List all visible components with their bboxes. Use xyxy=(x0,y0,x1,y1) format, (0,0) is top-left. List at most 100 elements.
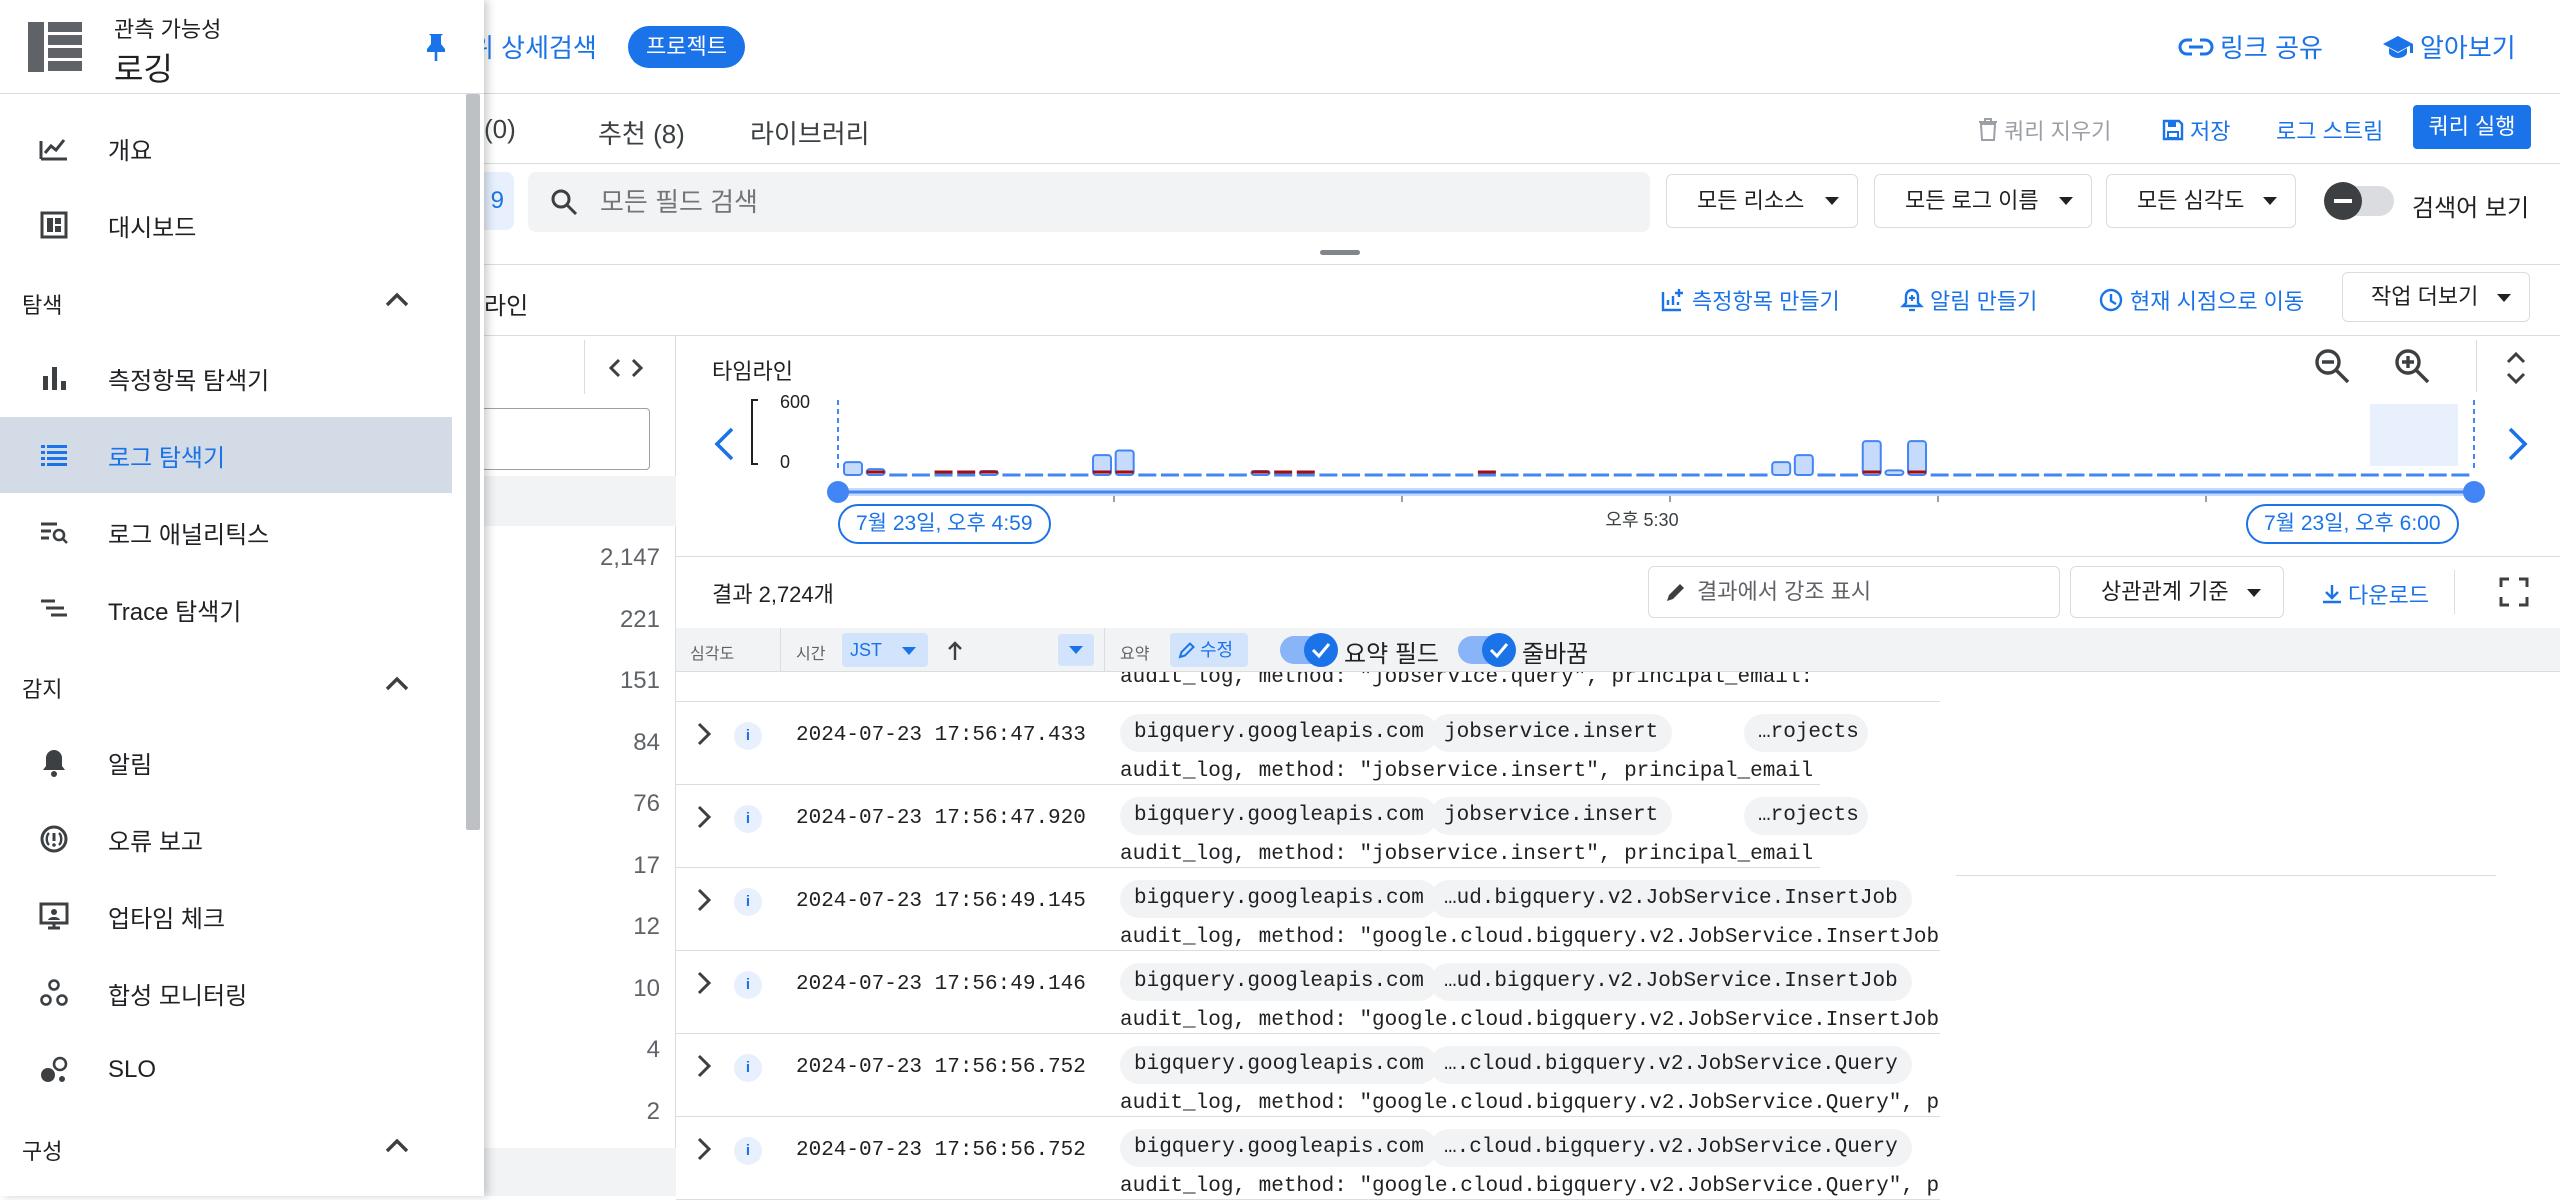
chevron-up-icon[interactable] xyxy=(384,1136,410,1154)
wrap-toggle[interactable] xyxy=(1458,633,1516,667)
field-value-count: 12 xyxy=(633,913,660,940)
table-row[interactable]: i 2024-07-23 17:56:49.146 bigquery.googlea… xyxy=(676,951,1940,1034)
highlight-input[interactable]: 결과에서 강조 표시 xyxy=(1648,566,2060,618)
nav-item[interactable]: 업타임 체크 xyxy=(0,878,452,954)
log-chip[interactable]: bigquery.googleapis.com xyxy=(1120,714,1438,752)
chevron-right-icon[interactable] xyxy=(694,886,714,914)
search-box xyxy=(528,172,1650,232)
log-chip[interactable]: bigquery.googleapis.com xyxy=(1120,1129,1438,1167)
log-names-dropdown[interactable]: 모든 로그 이름 xyxy=(1874,174,2092,228)
log-chip[interactable]: bigquery.googleapis.com xyxy=(1120,963,1438,1001)
pin-icon[interactable] xyxy=(424,32,448,62)
chevron-right-icon[interactable] xyxy=(694,803,714,831)
range-end-label[interactable]: 7월 23일, 오후 6:00 xyxy=(2246,504,2459,544)
scope-link[interactable]: 위 상세검색 xyxy=(470,28,597,65)
summary-fields-toggle[interactable] xyxy=(1280,633,1338,667)
edit-summary-button[interactable]: 수정 xyxy=(1170,633,1248,667)
code-icon[interactable] xyxy=(608,356,644,380)
chevron-right-icon[interactable] xyxy=(2504,426,2530,462)
search-input[interactable] xyxy=(600,172,1630,232)
timezone-selector[interactable]: JST xyxy=(842,633,928,667)
table-row[interactable]: i 2024-07-23 17:56:47.920 bigquery.googlea… xyxy=(676,785,1868,868)
nav-item[interactable]: Trace 탐색기 xyxy=(0,571,452,647)
learn-button[interactable]: 알아보기 xyxy=(2382,28,2516,65)
log-chip[interactable]: jobservice.insert xyxy=(1430,797,1673,835)
nav-item[interactable]: 측정항목 탐색기 xyxy=(0,340,452,416)
log-chip[interactable]: …rojects xyxy=(1744,797,1868,835)
panel-title: 라인 xyxy=(484,293,529,320)
nav-item[interactable]: 알림 xyxy=(0,724,452,800)
nav-item[interactable]: 오류 보고 xyxy=(0,801,452,877)
save-button[interactable]: 저장 xyxy=(2162,114,2230,146)
nav-item[interactable]: 개요 xyxy=(0,110,452,186)
clear-query-button[interactable]: 쿼리 지우기 xyxy=(1978,114,2111,146)
log-chip[interactable]: ….cloud.bigquery.v2.JobService.Query xyxy=(1430,1046,1912,1084)
run-query-button[interactable]: 쿼리 실행 xyxy=(2413,105,2531,149)
create-metric-button[interactable]: 측정항목 만들기 xyxy=(1660,284,1840,316)
log-chip[interactable]: bigquery.googleapis.com xyxy=(1120,797,1438,835)
log-stream-button[interactable]: 로그 스트림 xyxy=(2276,114,2383,146)
log-chip[interactable]: …rojects xyxy=(1744,714,1868,752)
resources-dropdown[interactable]: 모든 리소스 xyxy=(1666,174,1858,228)
field-value-count: 84 xyxy=(633,728,660,756)
nav-item[interactable]: 로그 탐색기 xyxy=(0,417,452,493)
time-options-dropdown[interactable] xyxy=(1058,634,1094,666)
project-badge[interactable]: 프로젝트 xyxy=(628,26,745,68)
table-row[interactable]: i 2024-07-23 17:56:56.752 bigquery.googlea… xyxy=(676,1034,1940,1117)
jump-to-now-button[interactable]: 현재 시점으로 이동 xyxy=(2098,284,2304,316)
field-value-count: 221 xyxy=(619,605,660,633)
results-count: 결과 2,724개 xyxy=(712,582,834,607)
log-summary: audit_log, method: "google.cloud.bigquer… xyxy=(1120,1092,1940,1115)
log-chip[interactable]: ….cloud.bigquery.v2.JobService.Query xyxy=(1430,1129,1912,1167)
log-chip[interactable]: bigquery.googleapis.com xyxy=(1120,1046,1438,1084)
download-button[interactable]: 다운로드 xyxy=(2320,578,2429,610)
severity-dropdown[interactable]: 모든 심각도 xyxy=(2106,174,2296,228)
nav-item[interactable]: 로그 애널리틱스 xyxy=(0,494,452,570)
expand-collapse-icon[interactable] xyxy=(2500,350,2532,386)
sort-dropdown[interactable]: 상관관계 기준 xyxy=(2070,566,2284,618)
zoom-out-icon[interactable] xyxy=(2312,346,2352,386)
chevron-right-icon[interactable] xyxy=(694,1135,714,1163)
table-row[interactable]: audit_log, method: "jobservice.query", p… xyxy=(676,672,1940,702)
log-summary: audit_log, method: "google.cloud.bigquer… xyxy=(1120,926,1940,949)
chevron-left-icon[interactable] xyxy=(712,426,738,462)
tab-recommended[interactable]: 추천 (8) xyxy=(598,114,685,151)
chevron-right-icon[interactable] xyxy=(694,720,714,748)
search-icon xyxy=(551,189,578,216)
log-summary: audit_log, method: "google.cloud.bigquer… xyxy=(1120,1009,1940,1032)
chevron-right-icon[interactable] xyxy=(694,969,714,997)
share-link-button[interactable]: 링크 공유 xyxy=(2178,28,2323,65)
table-row[interactable]: i 2024-07-23 17:56:56.752 bigquery.googlea… xyxy=(676,1117,1940,1200)
tab-recent[interactable]: (0) xyxy=(484,114,516,145)
log-chip[interactable]: …ud.bigquery.v2.JobService.InsertJob xyxy=(1430,963,1912,1001)
nav-item[interactable]: SLO xyxy=(0,1032,452,1108)
field-filter-input[interactable] xyxy=(470,408,650,470)
log-chip[interactable]: jobservice.insert xyxy=(1430,714,1673,752)
nav-item[interactable]: 대시보드 xyxy=(0,187,452,263)
tab-library[interactable]: 라이브러리 xyxy=(750,114,870,151)
caret-down-icon xyxy=(2059,197,2073,205)
caret-down-icon xyxy=(2247,589,2261,597)
edit-label: 수정 xyxy=(1200,640,1234,660)
range-start-label[interactable]: 7월 23일, 오후 4:59 xyxy=(838,504,1051,544)
chevron-right-icon[interactable] xyxy=(694,1052,714,1080)
log-chip[interactable]: bigquery.googleapis.com xyxy=(1120,880,1438,918)
drawer-scrollbar[interactable] xyxy=(466,94,480,830)
zoom-in-icon[interactable] xyxy=(2392,346,2432,386)
more-actions-dropdown[interactable]: 작업 더보기 xyxy=(2342,272,2530,322)
chevron-up-icon[interactable] xyxy=(384,674,410,692)
caret-down-icon xyxy=(2497,294,2511,302)
fullscreen-icon[interactable] xyxy=(2498,576,2530,608)
log-timestamp: 2024-07-23 17:56:47.920 xyxy=(796,807,1086,830)
divider xyxy=(2476,340,2477,392)
log-timestamp: 2024-07-23 17:56:49.145 xyxy=(796,890,1086,913)
show-query-toggle[interactable] xyxy=(2324,182,2394,220)
table-row[interactable]: i 2024-07-23 17:56:49.145 bigquery.googlea… xyxy=(676,868,1940,951)
nav-item[interactable]: 합성 모니터링 xyxy=(0,955,452,1031)
chevron-up-icon[interactable] xyxy=(384,290,410,308)
table-row[interactable]: i 2024-07-23 17:56:47.433 bigquery.googlea… xyxy=(676,702,1868,785)
sort-arrow-up-icon[interactable] xyxy=(946,640,964,662)
create-alert-button[interactable]: 알림 만들기 xyxy=(1900,284,2037,316)
pane-resize-handle[interactable] xyxy=(1320,250,1360,255)
log-chip[interactable]: …ud.bigquery.v2.JobService.InsertJob xyxy=(1430,880,1912,918)
